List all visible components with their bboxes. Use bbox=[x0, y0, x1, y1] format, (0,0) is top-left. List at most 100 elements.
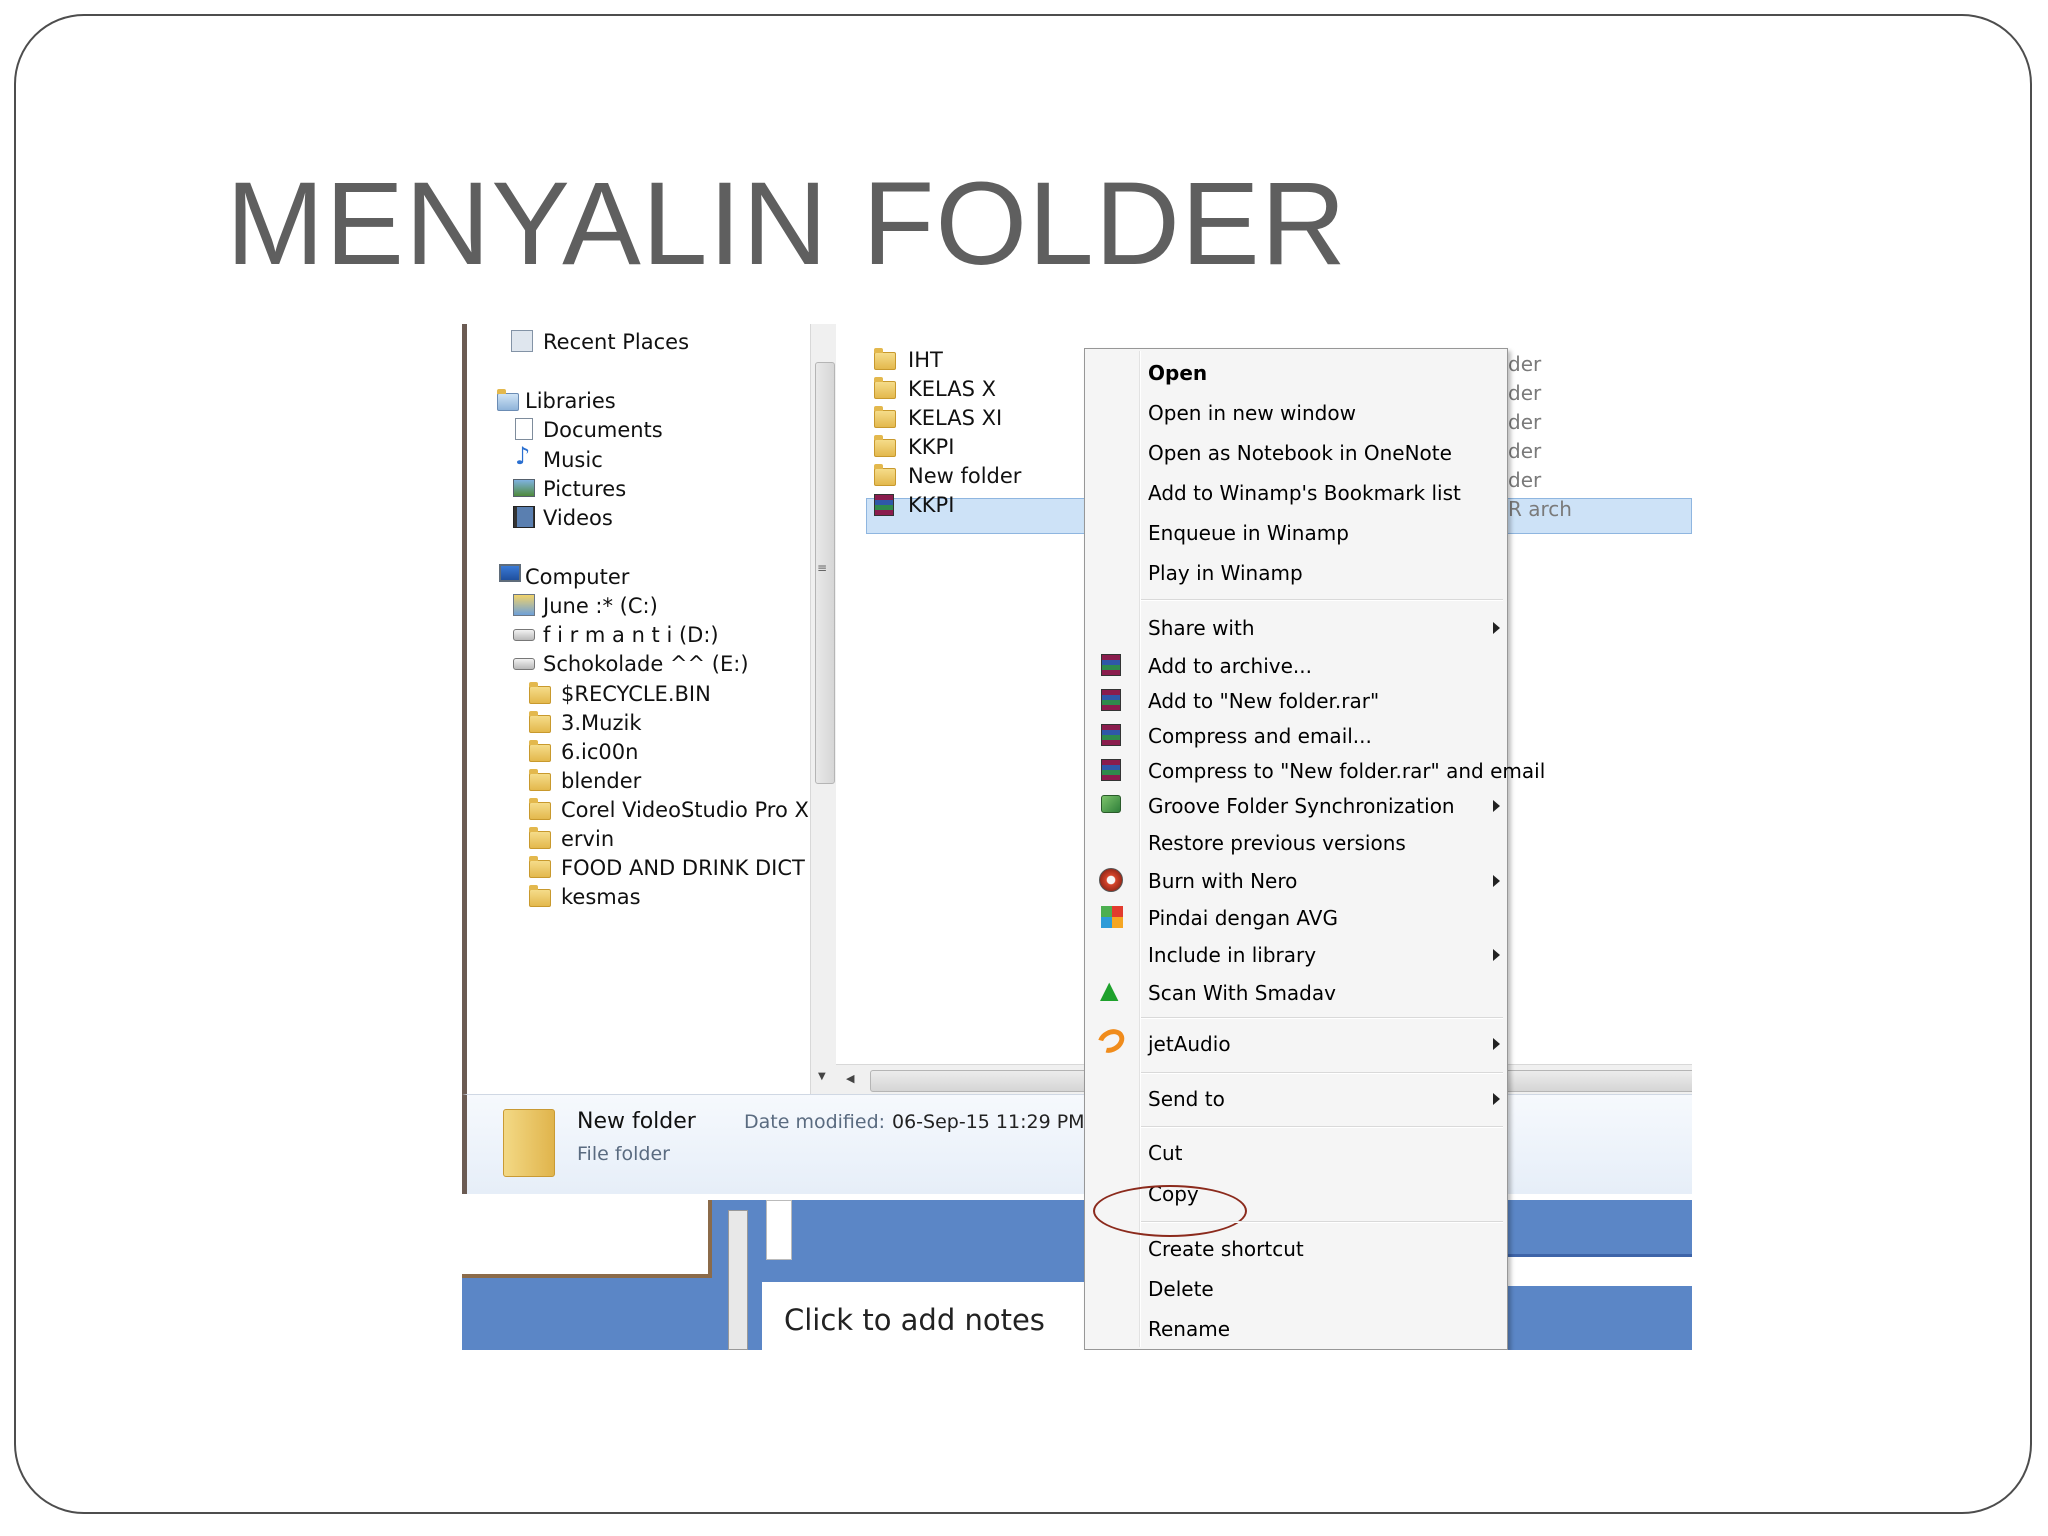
menu-item-enqueue-winamp[interactable]: Enqueue in Winamp bbox=[1148, 523, 1349, 543]
menu-item-rename[interactable]: Rename bbox=[1148, 1319, 1230, 1339]
menu-item-share-with[interactable]: Share with bbox=[1148, 618, 1255, 638]
documents-icon bbox=[515, 418, 533, 440]
menu-item-compress-rar-email[interactable]: Compress to "New folder.rar" and email bbox=[1148, 761, 1545, 781]
avg-icon bbox=[1101, 906, 1123, 928]
nav-item-kesmas[interactable]: kesmas bbox=[561, 887, 641, 908]
file-item-kelas-xi[interactable]: KELAS XI bbox=[908, 408, 1002, 429]
nav-item-computer[interactable]: Computer bbox=[525, 567, 629, 588]
menu-item-add-to-archive[interactable]: Add to archive... bbox=[1148, 656, 1312, 676]
slide-title: MENYALIN FOLDER bbox=[226, 158, 1347, 290]
smadav-icon: ▲ bbox=[1100, 976, 1119, 1004]
nav-item-libraries[interactable]: Libraries bbox=[525, 391, 616, 412]
folder-icon bbox=[874, 435, 896, 457]
menu-item-delete[interactable]: Delete bbox=[1148, 1279, 1214, 1299]
groove-icon bbox=[1101, 795, 1121, 813]
menu-item-jetaudio[interactable]: jetAudio bbox=[1148, 1034, 1231, 1054]
pictures-icon bbox=[513, 479, 535, 497]
nav-item-drive-c[interactable]: June :* (C:) bbox=[543, 596, 658, 617]
menu-item-create-shortcut[interactable]: Create shortcut bbox=[1148, 1239, 1304, 1259]
music-icon: ♪ bbox=[515, 442, 531, 470]
thumbnail-scrollbar[interactable] bbox=[728, 1210, 748, 1350]
nav-item-recent-places[interactable]: Recent Places bbox=[543, 332, 689, 353]
videos-icon bbox=[513, 506, 535, 528]
copy-highlight-circle bbox=[1093, 1185, 1247, 1237]
nav-item-corel[interactable]: Corel VideoStudio Pro X bbox=[561, 800, 811, 821]
explorer-screenshot: Recent Places Libraries Documents ♪ Musi… bbox=[462, 324, 1692, 1350]
file-item-new-folder[interactable]: New folder bbox=[908, 466, 1021, 487]
folder-icon bbox=[874, 406, 896, 428]
menu-item-open-onenote[interactable]: Open as Notebook in OneNote bbox=[1148, 443, 1452, 463]
notes-pane[interactable]: Click to add notes bbox=[762, 1282, 1092, 1350]
type-column-text: der bbox=[1508, 381, 1542, 405]
menu-item-open-new-window[interactable]: Open in new window bbox=[1148, 403, 1356, 423]
folder-icon bbox=[529, 827, 551, 849]
submenu-arrow-icon bbox=[1493, 875, 1500, 887]
slide-thumbnail-panel bbox=[462, 1200, 712, 1278]
details-date-label: Date modified: bbox=[744, 1111, 886, 1133]
submenu-arrow-icon bbox=[1493, 622, 1500, 634]
menu-separator bbox=[1141, 599, 1503, 601]
file-item-kelas-x[interactable]: KELAS X bbox=[908, 379, 996, 400]
menu-item-winamp-bookmark[interactable]: Add to Winamp's Bookmark list bbox=[1148, 483, 1461, 503]
nav-item-pictures[interactable]: Pictures bbox=[543, 479, 626, 500]
menu-item-smadav[interactable]: Scan With Smadav bbox=[1148, 983, 1336, 1003]
large-folder-icon bbox=[503, 1109, 555, 1177]
menu-item-play-winamp[interactable]: Play in Winamp bbox=[1148, 563, 1303, 583]
type-column-text: der bbox=[1508, 352, 1542, 376]
menu-item-avg-scan[interactable]: Pindai dengan AVG bbox=[1148, 908, 1338, 928]
menu-item-compress-email[interactable]: Compress and email... bbox=[1148, 726, 1372, 746]
winrar-icon bbox=[1101, 724, 1121, 746]
menu-item-add-to-rar[interactable]: Add to "New folder.rar" bbox=[1148, 691, 1379, 711]
folder-icon bbox=[874, 464, 896, 486]
nav-item-blender[interactable]: blender bbox=[561, 771, 641, 792]
folder-icon bbox=[874, 348, 896, 370]
folder-icon bbox=[529, 740, 551, 762]
drive-d-icon bbox=[513, 629, 535, 641]
menu-item-restore-versions[interactable]: Restore previous versions bbox=[1148, 833, 1406, 853]
nav-item-videos[interactable]: Videos bbox=[543, 508, 613, 529]
nav-item-food-drink[interactable]: FOOD AND DRINK DICT bbox=[561, 858, 811, 879]
menu-separator bbox=[1141, 1126, 1503, 1128]
menu-item-include-library[interactable]: Include in library bbox=[1148, 945, 1316, 965]
scroll-down-arrow-icon[interactable]: ▼ bbox=[818, 1072, 826, 1082]
menu-item-burn-nero[interactable]: Burn with Nero bbox=[1148, 871, 1297, 891]
nav-item-ervin[interactable]: ervin bbox=[561, 829, 614, 850]
menu-item-cut[interactable]: Cut bbox=[1148, 1143, 1182, 1163]
small-ruler bbox=[766, 1200, 792, 1260]
submenu-arrow-icon bbox=[1493, 1038, 1500, 1050]
nav-item-recycle-bin[interactable]: $RECYCLE.BIN bbox=[561, 684, 711, 705]
folder-icon bbox=[874, 377, 896, 399]
recent-places-icon bbox=[511, 330, 533, 352]
slide-edge bbox=[1508, 1254, 1692, 1286]
drive-e-icon bbox=[513, 658, 535, 670]
folder-icon bbox=[529, 798, 551, 820]
jetaudio-icon bbox=[1093, 1024, 1129, 1058]
menu-item-open[interactable]: Open bbox=[1148, 363, 1207, 383]
nav-item-6icon[interactable]: 6.ic00n bbox=[561, 742, 638, 763]
nav-vertical-scrollbar[interactable]: ≡ ▼ bbox=[810, 324, 837, 1094]
nav-item-drive-d[interactable]: f i r m a n t i (D:) bbox=[543, 625, 719, 646]
menu-item-send-to[interactable]: Send to bbox=[1148, 1089, 1225, 1109]
details-file-name: New folder bbox=[577, 1109, 696, 1134]
menu-separator bbox=[1141, 1221, 1503, 1223]
scroll-left-arrow-icon[interactable]: ◀ bbox=[846, 1073, 854, 1084]
nav-item-documents[interactable]: Documents bbox=[543, 420, 663, 441]
nav-item-drive-e[interactable]: Schokolade ^^ (E:) bbox=[543, 654, 749, 675]
nav-item-3muzik[interactable]: 3.Muzik bbox=[561, 713, 641, 734]
type-column-text: der bbox=[1508, 410, 1542, 434]
notes-placeholder: Click to add notes bbox=[784, 1303, 1045, 1337]
file-item-iht[interactable]: IHT bbox=[908, 350, 943, 371]
file-item-kkpi-folder[interactable]: KKPI bbox=[908, 437, 954, 458]
folder-icon bbox=[529, 856, 551, 878]
menu-separator bbox=[1141, 1072, 1503, 1074]
submenu-arrow-icon bbox=[1493, 1093, 1500, 1105]
type-column-text: R arch bbox=[1508, 497, 1572, 521]
libraries-icon bbox=[497, 389, 519, 411]
winrar-icon bbox=[1101, 689, 1121, 711]
folder-icon bbox=[529, 769, 551, 791]
computer-icon bbox=[499, 564, 521, 582]
file-item-kkpi-rar[interactable]: KKPI bbox=[908, 495, 954, 516]
nav-item-music[interactable]: Music bbox=[543, 450, 603, 471]
details-date-value: 06-Sep-15 11:29 PM bbox=[892, 1111, 1085, 1133]
menu-item-groove-sync[interactable]: Groove Folder Synchronization bbox=[1148, 796, 1455, 816]
